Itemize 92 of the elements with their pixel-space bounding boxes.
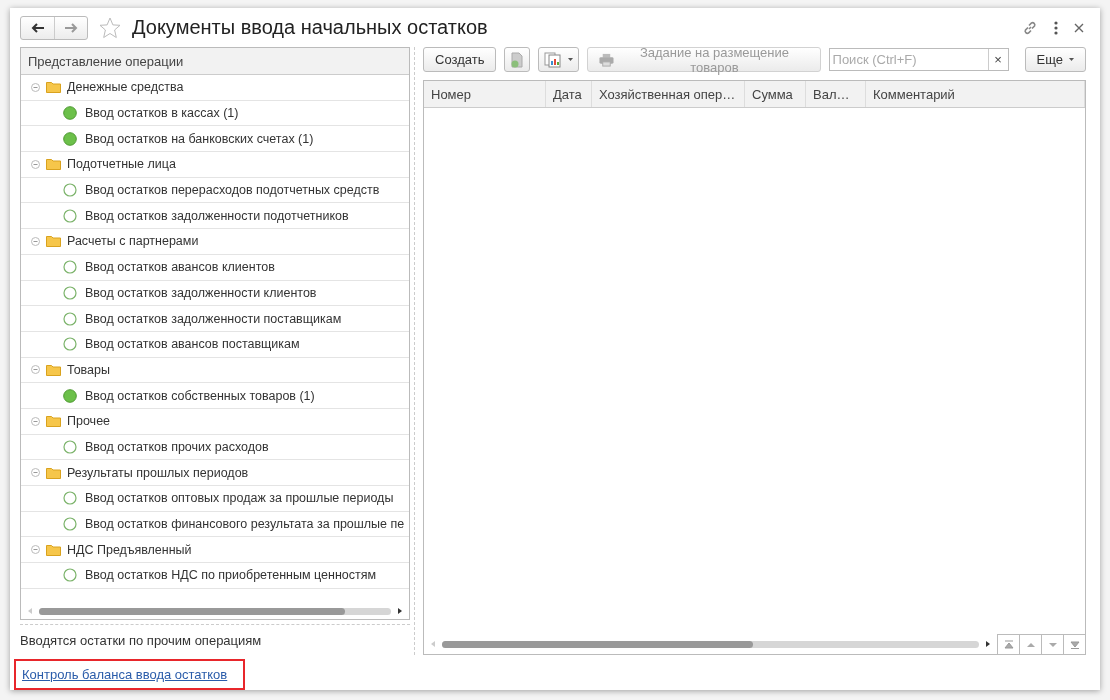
- folder-icon: [46, 466, 61, 479]
- folder-icon: [46, 543, 61, 556]
- column-header[interactable]: Дата: [546, 81, 592, 107]
- balance-control-link[interactable]: Контроль баланса ввода остатков: [14, 659, 246, 690]
- page-button[interactable]: [1063, 634, 1085, 654]
- more-icon[interactable]: [1054, 20, 1058, 35]
- item-label: Ввод остатков авансов поставщикам: [85, 337, 300, 352]
- tree-row[interactable]: Ввод остатков задолженности клиентов: [21, 280, 409, 307]
- tree-row[interactable]: Товары: [21, 357, 409, 384]
- document-plus-icon: [510, 51, 525, 68]
- window-title: Документы ввода начальных остатков: [132, 16, 489, 39]
- caret-icon: [568, 58, 574, 61]
- tree-row[interactable]: Ввод остатков перерасходов подотчетных средств: [21, 177, 409, 204]
- folder-icon: [46, 363, 61, 376]
- item-label: Ввод остатков на банковских счетах (1): [85, 131, 314, 146]
- item-label: Ввод остатков перерасходов подотчетных средств: [85, 183, 380, 198]
- collapse-icon[interactable]: [31, 416, 40, 426]
- item-label: Ввод остатков задолженности поставщикам: [85, 311, 342, 326]
- tree-row[interactable]: Ввод остатков финансового результата за прошлые пе: [21, 511, 409, 538]
- item-label: Ввод остатков задолженности клиентов: [85, 285, 317, 300]
- collapse-icon[interactable]: [31, 365, 40, 375]
- more-button[interactable]: Еще: [1024, 47, 1086, 72]
- tree-row[interactable]: Ввод остатков прочих расходов: [21, 434, 409, 461]
- column-header: Представление операции: [21, 48, 409, 75]
- tree-row[interactable]: Ввод остатков задолженности поставщикам: [21, 306, 409, 332]
- create-button[interactable]: Создать: [423, 47, 497, 72]
- group-label: Расчеты с партнерами: [67, 234, 199, 249]
- folder-icon: [46, 235, 61, 248]
- tree-row[interactable]: Денежные средства: [21, 75, 409, 101]
- tree-row[interactable]: НДС Предъявленный: [21, 537, 409, 564]
- last-page-icon: [1068, 639, 1081, 650]
- tree-row[interactable]: Расчеты с партнерами: [21, 229, 409, 255]
- first-page-icon: [1002, 639, 1015, 650]
- group-label: Денежные средства: [67, 80, 184, 95]
- group-label: Подотчетные лица: [67, 157, 176, 172]
- column-header[interactable]: Номер: [424, 81, 546, 107]
- tree-row[interactable]: Подотчетные лица: [21, 152, 409, 178]
- group-label: НДС Предъявленный: [67, 542, 192, 557]
- search-field[interactable]: Поиск (Ctrl+F) ×: [828, 48, 1009, 71]
- tree-row[interactable]: Ввод остатков собственных товаров (1): [21, 383, 409, 409]
- arrow-icon: [63, 20, 79, 35]
- star-icon[interactable]: [98, 15, 122, 40]
- scrollbar-thumb[interactable]: [442, 640, 754, 648]
- column-header[interactable]: Хозяйственная опер…: [592, 81, 745, 107]
- scrollbar[interactable]: [442, 640, 979, 648]
- scroll-right-icon[interactable]: [985, 640, 991, 648]
- tree-row[interactable]: Ввод остатков авансов клиентов: [21, 254, 409, 281]
- column-header[interactable]: Вал…: [806, 81, 866, 107]
- tree-row[interactable]: Прочее: [21, 408, 409, 435]
- tree-row[interactable]: Ввод остатков задолженности подотчетников: [21, 203, 409, 230]
- page-button[interactable]: [1019, 634, 1041, 654]
- scroll-left-icon[interactable]: [430, 640, 436, 648]
- close-icon[interactable]: [1074, 22, 1084, 33]
- arrow-icon: [29, 20, 46, 35]
- scroll-left-icon[interactable]: [27, 607, 33, 615]
- group-label: Товары: [67, 362, 110, 377]
- tree-row[interactable]: Ввод остатков авансов поставщикам: [21, 331, 409, 358]
- group-label: Результаты прошлых периодов: [67, 465, 249, 480]
- item-label: Ввод остатков задолженности подотчетников: [85, 208, 349, 223]
- item-label: Ввод остатков НДС по приобретенным ценностям: [85, 568, 377, 583]
- tree-row[interactable]: Ввод остатков оптовых продаж за прошлые периоды: [21, 486, 409, 512]
- add-document-button[interactable]: [504, 47, 531, 72]
- folder-icon: [46, 415, 61, 428]
- column-header[interactable]: Сумма: [745, 81, 806, 107]
- report-button[interactable]: [538, 47, 580, 72]
- collapse-icon[interactable]: [31, 468, 40, 478]
- scroll-right-icon[interactable]: [397, 607, 403, 615]
- collapse-icon[interactable]: [31, 159, 40, 169]
- tree-row[interactable]: Ввод остатков на банковских счетах (1): [21, 126, 409, 153]
- item-label: Ввод остатков финансового результата за прошлые пе: [85, 517, 405, 532]
- report-icon: [544, 51, 563, 68]
- folder-icon: [46, 81, 61, 94]
- tree-row[interactable]: Ввод остатков в кассах (1): [21, 100, 409, 127]
- collapse-icon[interactable]: [31, 236, 40, 246]
- tree-row[interactable]: Ввод остатков НДС по приобретенным ценностям: [21, 563, 409, 589]
- page-button[interactable]: [1041, 634, 1063, 654]
- item-label: Ввод остатков прочих расходов: [85, 439, 269, 454]
- printer-icon: [599, 52, 615, 67]
- item-label: Ввод остатков авансов клиентов: [85, 260, 275, 275]
- item-label: Ввод остатков собственных товаров (1): [85, 388, 315, 403]
- description-text: Вводятся остатки по прочим операциям: [20, 632, 263, 648]
- item-label: Ввод остатков оптовых продаж за прошлые периоды: [85, 491, 394, 506]
- column-header[interactable]: Комментарий: [866, 81, 1085, 107]
- link-icon[interactable]: [1022, 19, 1038, 36]
- folder-icon: [46, 158, 61, 171]
- item-label: Ввод остатков в кассах (1): [85, 106, 239, 121]
- group-label: Прочее: [67, 414, 111, 429]
- tree-row[interactable]: Результаты прошлых периодов: [21, 460, 409, 486]
- page-button[interactable]: [997, 634, 1019, 654]
- collapse-icon[interactable]: [31, 82, 40, 92]
- collapse-icon[interactable]: [31, 545, 40, 555]
- caret-icon: [1069, 58, 1074, 61]
